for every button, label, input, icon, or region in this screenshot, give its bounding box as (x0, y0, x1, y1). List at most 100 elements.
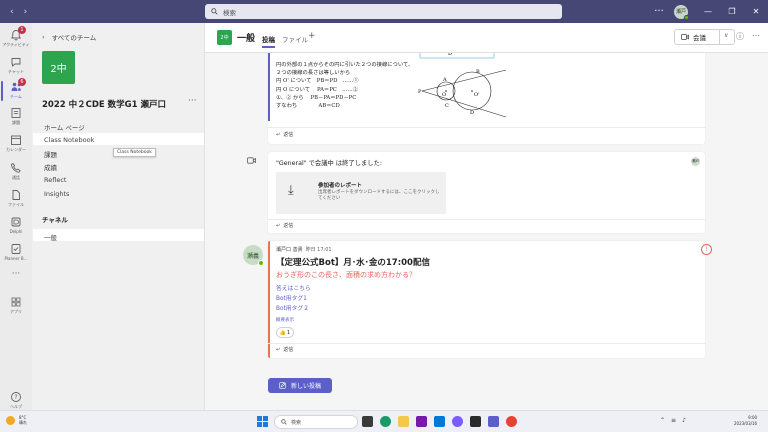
taskbar-search[interactable]: 検索 (274, 415, 358, 429)
chevron-up-icon[interactable]: ⌃ (660, 417, 665, 424)
rail-activity[interactable]: 1 アクティビティ (0, 26, 32, 48)
rail-chat[interactable]: チャット (0, 56, 32, 75)
back-arrow-icon[interactable]: ‹ (10, 7, 14, 17)
rail-calls[interactable]: 通話 (0, 162, 32, 181)
post-title: 【定理公式Bot】月･水･金の17:00配信 (276, 258, 430, 268)
chrome-icon[interactable] (506, 416, 517, 427)
chat-icon (11, 58, 21, 67)
onenote-icon[interactable] (416, 416, 427, 427)
meeting-ended-text: "General" で会議中 は終了しました: (276, 160, 382, 167)
nav-home[interactable]: ホーム ページ (44, 122, 85, 132)
class-notebook-tooltip: Class Notebook (113, 148, 156, 157)
bot-tag-link-1[interactable]: Bot用タグ1 (276, 293, 307, 302)
teams-taskbar-icon[interactable] (488, 416, 499, 427)
meet-button[interactable]: 会議 ∨ (674, 29, 735, 45)
rail-assignments[interactable]: 課題 (0, 107, 32, 126)
reply-button[interactable]: ↵ 返信 (276, 131, 294, 139)
answer-link[interactable]: 答えはこちら (276, 283, 311, 292)
reply-button[interactable]: ↵ 返信 (276, 346, 293, 354)
all-teams-link[interactable]: ‹ すべてのチーム (42, 32, 96, 42)
new-post-button[interactable]: 新しい投稿 (268, 378, 332, 393)
rail-help[interactable]: ? ヘルプ (0, 391, 32, 410)
channel-team-icon: 2中 (217, 30, 232, 45)
rail-label: チーム (10, 94, 22, 99)
compose-icon (279, 382, 286, 389)
organizer-avatar: 瀬戸 (691, 157, 700, 166)
teams-badge: 6 (18, 78, 26, 86)
rail-more[interactable]: ··· (0, 269, 32, 279)
search-box[interactable]: 検索 (205, 4, 562, 19)
reply-label: 返信 (283, 132, 294, 138)
edge-icon[interactable] (380, 416, 391, 427)
rail-delphi[interactable]: Delphi (0, 216, 32, 234)
tab-posts[interactable]: 投稿 (262, 34, 275, 48)
report-title: 参加者のレポート (318, 183, 363, 189)
weather-condition: 晴れ (19, 420, 27, 425)
urgent-icon: ! (701, 244, 712, 255)
nav-reflect[interactable]: Reflect (44, 176, 66, 184)
reply-button[interactable]: ↵ 返信 (276, 222, 294, 230)
app-rail: 1 アクティビティ チャット 6 チーム 課題 カレンダー 通話 ファイル De… (0, 23, 32, 410)
rail-teams[interactable]: 6 チーム (0, 78, 32, 101)
task-view-icon[interactable] (362, 416, 373, 427)
tab-files[interactable]: ファイル (282, 34, 308, 44)
reaction-count: 1 (287, 329, 291, 336)
post-card-proof: 円の外部の１点からその円に引いた２つの接線について、 ２つの接線の長さは等しいか… (268, 53, 705, 144)
proof-text: 円の外部の１点からその円に引いた２つの接線について、 ２つの接線の長さは等しいか… (276, 61, 413, 110)
forward-arrow-icon[interactable]: › (24, 7, 28, 17)
network-icon[interactable]: ≡ (671, 417, 676, 424)
app-icon[interactable] (470, 416, 481, 427)
file-explorer-icon[interactable] (398, 416, 409, 427)
post-accent-bar (268, 53, 270, 121)
taskbar-clock[interactable]: 9:00 2023/03/16 (734, 415, 757, 427)
nav-assignments[interactable]: 課題 (44, 149, 57, 159)
channel-general[interactable]: 一般 (44, 232, 57, 242)
divider (268, 219, 705, 220)
report-description: 出席者レポートをダウンロードするには、ここをクリックしてください (318, 190, 440, 201)
info-icon[interactable]: ⓘ (736, 31, 744, 42)
channel-name: 一般 (237, 34, 256, 44)
author-avatar[interactable]: 瀬義 (243, 245, 264, 266)
rail-apps[interactable]: アプリ (0, 296, 32, 315)
rail-calendar[interactable]: カレンダー (0, 134, 32, 153)
team-logo: 2中 (42, 51, 75, 84)
team-more-options[interactable]: ··· (188, 96, 197, 106)
apps-icon (11, 297, 21, 307)
title-bar: ‹ › 検索 ··· 瀬戸 — ❐ ✕ (0, 0, 768, 23)
bot-tag-link-2[interactable]: Bot用タグ２ (276, 303, 309, 312)
start-button[interactable] (257, 416, 268, 427)
nav-class-notebook[interactable]: Class Notebook (44, 136, 94, 144)
search-placeholder: 検索 (223, 8, 236, 17)
chevron-down-icon[interactable]: ∨ (724, 32, 728, 39)
file-icon (12, 190, 20, 200)
more-options-icon[interactable]: ··· (648, 6, 670, 17)
rail-files[interactable]: ファイル (0, 189, 32, 208)
more-options-icon[interactable]: ⋯ (752, 31, 760, 40)
label-p: P (418, 89, 422, 95)
label-o: O (442, 92, 446, 98)
add-tab-button[interactable]: + (308, 31, 316, 41)
rail-label: アプリ (10, 309, 22, 314)
nav-insights[interactable]: Insights (44, 190, 69, 198)
outlook-icon[interactable] (434, 416, 445, 427)
close-button[interactable]: ✕ (744, 0, 768, 23)
rail-planner[interactable]: Planner B... (0, 243, 32, 261)
meet-label: 会議 (693, 34, 706, 42)
proof-line: 円の外部の１点からその円に引いた２つの接線について、 (276, 62, 414, 68)
weather-widget[interactable]: 8°C 晴れ (6, 415, 27, 425)
team-name: 2022 中２CDE 数学G1 瀬戸口 (42, 100, 167, 110)
like-reaction[interactable]: 👍 1 (276, 327, 294, 338)
minimize-button[interactable]: — (696, 0, 720, 23)
rail-label: 通話 (12, 175, 20, 180)
restore-button[interactable]: ❐ (720, 0, 744, 23)
rail-label: ファイル (8, 202, 24, 207)
nav-grades[interactable]: 成績 (44, 162, 57, 172)
app-icon[interactable] (452, 416, 463, 427)
attendance-report-card[interactable]: ⤓ 参加者のレポート 出席者レポートをダウンロードするには、ここをクリックしてく… (276, 172, 446, 214)
user-avatar[interactable]: 瀬戸 (674, 4, 689, 20)
post-question: おうぎ形のこの長さ、面積の求め方わかる？ (276, 271, 416, 279)
reply-label: 返信 (283, 223, 294, 229)
show-summary-link[interactable]: 概要表示 (276, 317, 294, 323)
bot-post-card: 瀬戸口 善貴 昨日 17:01 【定理公式Bot】月･水･金の17:00配信 おう… (268, 241, 705, 358)
speaker-icon[interactable]: ♪ (682, 417, 686, 424)
